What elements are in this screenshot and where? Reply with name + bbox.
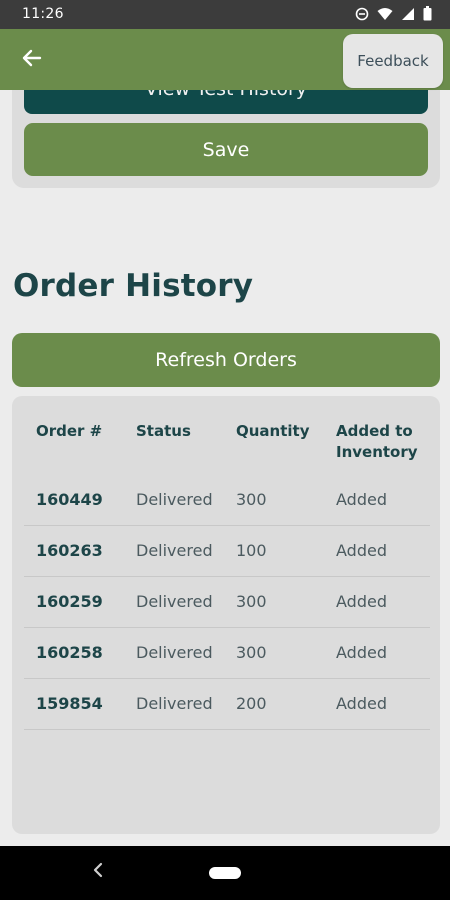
table-row: 160263 Delivered 100 Added <box>24 526 430 577</box>
order-quantity: 300 <box>236 490 267 509</box>
column-header-added: Added to Inventory <box>336 422 418 461</box>
do-not-disturb-icon <box>355 6 369 25</box>
order-number: 160259 <box>36 592 103 611</box>
order-status: Delivered <box>136 541 213 560</box>
order-added: Added <box>336 694 387 713</box>
view-test-history-button[interactable]: View Test History <box>24 90 428 114</box>
table-row: 159854 Delivered 200 Added <box>24 679 430 730</box>
order-status: Delivered <box>136 694 213 713</box>
wifi-icon <box>377 6 393 25</box>
chevron-left-icon[interactable] <box>92 860 104 885</box>
order-quantity: 300 <box>236 643 267 662</box>
status-time: 11:26 <box>22 6 64 22</box>
signal-icon <box>401 6 415 25</box>
order-quantity: 100 <box>236 541 267 560</box>
table-row: 160259 Delivered 300 Added <box>24 577 430 628</box>
table-row: 160258 Delivered 300 Added <box>24 628 430 679</box>
order-status: Delivered <box>136 490 213 509</box>
order-added: Added <box>336 541 387 560</box>
column-header-order: Order # <box>36 422 103 440</box>
refresh-orders-button[interactable]: Refresh Orders <box>12 333 440 387</box>
table-header: Order # Status Quantity Added to Invento… <box>24 421 430 465</box>
view-test-history-label: View Test History <box>145 90 307 100</box>
table-row: 160449 Delivered 300 Added <box>24 475 430 526</box>
save-button[interactable]: Save <box>24 123 428 176</box>
order-added: Added <box>336 490 387 509</box>
home-pill-icon[interactable] <box>209 867 241 879</box>
order-number: 160258 <box>36 643 103 662</box>
order-status: Delivered <box>136 643 213 662</box>
order-number: 160449 <box>36 490 103 509</box>
column-header-quantity: Quantity <box>236 422 310 440</box>
column-header-status: Status <box>136 422 191 440</box>
order-number: 160263 <box>36 541 103 560</box>
status-icons <box>355 6 432 25</box>
order-quantity: 300 <box>236 592 267 611</box>
arrow-left-icon <box>22 49 42 71</box>
order-status: Delivered <box>136 592 213 611</box>
order-quantity: 200 <box>236 694 267 713</box>
status-bar: 11:26 <box>0 0 450 29</box>
order-added: Added <box>336 592 387 611</box>
order-added: Added <box>336 643 387 662</box>
feedback-button[interactable]: Feedback <box>343 34 443 88</box>
back-button[interactable] <box>16 44 48 76</box>
order-history-title: Order History <box>13 268 254 304</box>
system-nav-bar <box>0 846 450 900</box>
order-number: 159854 <box>36 694 103 713</box>
battery-icon <box>423 6 432 25</box>
